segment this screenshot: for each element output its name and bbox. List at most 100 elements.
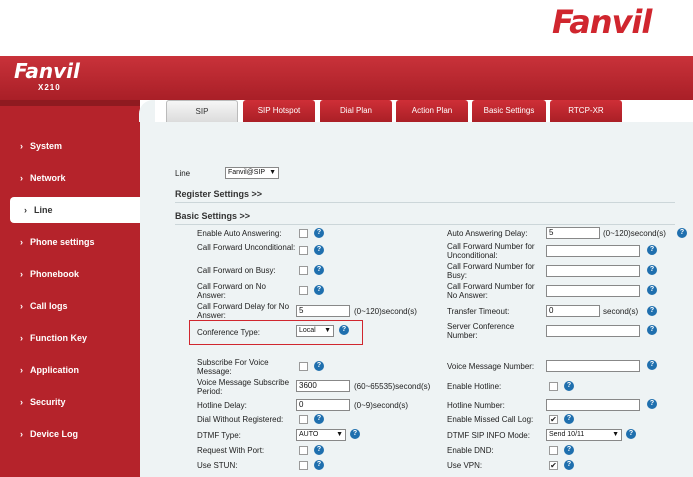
cf-unconditional-label: Call Forward Unconditional: (197, 243, 296, 252)
request-with-port-label: Request With Port: (197, 446, 265, 455)
tab-action-plan[interactable]: Action Plan (396, 100, 468, 122)
hotline-number-label: Hotline Number: (447, 401, 505, 410)
cf-delay-input[interactable]: 5 (296, 305, 350, 317)
line-select[interactable]: Fanvil@SIP ▼ (225, 167, 279, 179)
help-icon[interactable]: ? (647, 399, 657, 409)
cf-delay-label: Call Forward Delay for No Answer: (197, 302, 290, 320)
enable-dnd-checkbox[interactable] (549, 446, 558, 455)
dtmf-type-value: AUTO (299, 431, 319, 438)
dtmf-sip-info-label: DTMF SIP INFO Mode: (447, 431, 530, 440)
server-conference-number-input[interactable] (546, 325, 640, 337)
help-icon[interactable]: ? (647, 265, 657, 275)
cf-busy-checkbox[interactable] (299, 266, 308, 275)
chevron-down-icon: ▼ (612, 431, 619, 438)
sidebar-item-security[interactable]: › Security (0, 389, 140, 415)
sidebar-item-system[interactable]: › System (0, 133, 140, 159)
help-icon[interactable]: ? (626, 429, 636, 439)
cf-number-no-answer-input[interactable] (546, 285, 640, 297)
help-icon[interactable]: ? (647, 325, 657, 335)
dtmf-type-label: DTMF Type: (197, 431, 241, 440)
app-root: Fanvil Fanvil X210 › System › Network › Lin… (0, 0, 693, 477)
sidebar-item-call-logs[interactable]: › Call logs (0, 293, 140, 319)
sidebar-item-label: Network (30, 173, 66, 183)
sidebar-item-phone-settings[interactable]: › Phone settings (0, 229, 140, 255)
help-icon[interactable]: ? (647, 285, 657, 295)
auto-answering-checkbox[interactable] (299, 229, 308, 238)
chevron-right-icon: › (20, 269, 23, 279)
help-icon[interactable]: ? (314, 445, 324, 455)
basic-settings-header[interactable]: Basic Settings >> (175, 211, 250, 221)
help-icon[interactable]: ? (350, 429, 360, 439)
help-icon[interactable]: ? (564, 381, 574, 391)
vm-period-input[interactable]: 3600 (296, 380, 350, 392)
tab-basic-settings[interactable]: Basic Settings (472, 100, 546, 122)
dial-without-registered-checkbox[interactable] (299, 415, 308, 424)
dtmf-type-select[interactable]: AUTO ▼ (296, 429, 346, 441)
hotline-number-input[interactable] (546, 399, 640, 411)
sidebar-item-network[interactable]: › Network (0, 165, 140, 191)
tab-sip-hotspot[interactable]: SIP Hotspot (243, 100, 315, 122)
sidebar-item-label: Phone settings (30, 237, 95, 247)
transfer-timeout-input[interactable]: 0 (546, 305, 600, 317)
header-logo: Fanvil (14, 59, 80, 83)
hotline-delay-unit: (0~9)second(s) (354, 401, 409, 410)
use-stun-label: Use STUN: (197, 461, 238, 470)
request-with-port-checkbox[interactable] (299, 446, 308, 455)
help-icon[interactable]: ? (314, 414, 324, 424)
sidebar-item-function-key[interactable]: › Function Key (0, 325, 140, 351)
use-vpn-checkbox[interactable]: ✔ (549, 461, 558, 470)
tab-rtcp-xr[interactable]: RTCP-XR (550, 100, 622, 122)
help-icon[interactable]: ? (647, 360, 657, 370)
sidebar-item-label: Line (34, 205, 53, 215)
cf-number-unconditional-label: Call Forward Number for Unconditional: (447, 242, 535, 260)
help-icon[interactable]: ? (564, 414, 574, 424)
tab-sip[interactable]: SIP (166, 100, 238, 122)
sidebar-item-application[interactable]: › Application (0, 357, 140, 383)
cf-number-unconditional-input[interactable] (546, 245, 640, 257)
voice-message-number-input[interactable] (546, 360, 640, 372)
register-settings-link[interactable]: Register Settings >> (175, 189, 262, 199)
tab-dial-plan[interactable]: Dial Plan (320, 100, 392, 122)
chevron-down-icon: ▼ (324, 327, 331, 334)
voice-message-number-label: Voice Message Number: (447, 362, 535, 371)
cf-unconditional-checkbox[interactable] (299, 246, 308, 255)
enable-hotline-label: Enable Hotline: (447, 382, 502, 391)
chevron-right-icon: › (20, 397, 23, 407)
missed-call-log-checkbox[interactable]: ✔ (549, 415, 558, 424)
sidebar-item-phonebook[interactable]: › Phonebook (0, 261, 140, 287)
dtmf-sip-info-select[interactable]: Send 10/11 ▼ (546, 429, 622, 441)
help-icon[interactable]: ? (647, 306, 657, 316)
cf-no-answer-checkbox[interactable] (299, 286, 308, 295)
subscribe-vm-checkbox[interactable] (299, 362, 308, 371)
chevron-down-icon: ▼ (269, 169, 276, 176)
auto-answer-delay-input[interactable]: 5 (546, 227, 600, 239)
help-icon[interactable]: ? (339, 325, 349, 335)
help-icon[interactable]: ? (314, 245, 324, 255)
help-icon[interactable]: ? (314, 460, 324, 470)
cf-number-no-answer-label: Call Forward Number for No Answer: (447, 282, 535, 300)
help-icon[interactable]: ? (314, 228, 324, 238)
sidebar-item-line[interactable]: › Line (10, 197, 140, 223)
cf-no-answer-label: Call Forward on No Answer: (197, 282, 266, 300)
enable-hotline-checkbox[interactable] (549, 382, 558, 391)
help-icon[interactable]: ? (314, 285, 324, 295)
help-icon[interactable]: ? (314, 265, 324, 275)
help-icon[interactable]: ? (564, 445, 574, 455)
sidebar-item-label: Device Log (30, 429, 79, 439)
auto-answer-delay-label: Auto Answering Delay: (447, 229, 528, 238)
subscribe-vm-label: Subscribe For Voice Message: (197, 358, 269, 376)
chevron-right-icon: › (20, 141, 23, 151)
help-icon[interactable]: ? (564, 460, 574, 470)
conference-type-select[interactable]: Local ▼ (296, 325, 334, 337)
help-icon[interactable]: ? (314, 361, 324, 371)
auto-answer-delay-unit: (0~120)second(s) (603, 229, 666, 238)
use-stun-checkbox[interactable] (299, 461, 308, 470)
help-icon[interactable]: ? (647, 245, 657, 255)
hotline-delay-input[interactable]: 0 (296, 399, 350, 411)
cf-number-busy-input[interactable] (546, 265, 640, 277)
model-label: X210 (38, 83, 61, 92)
sidebar-item-device-log[interactable]: › Device Log (0, 421, 140, 447)
chevron-right-icon: › (20, 301, 23, 311)
help-icon[interactable]: ? (677, 228, 687, 238)
sidebar-item-label: System (30, 141, 63, 151)
